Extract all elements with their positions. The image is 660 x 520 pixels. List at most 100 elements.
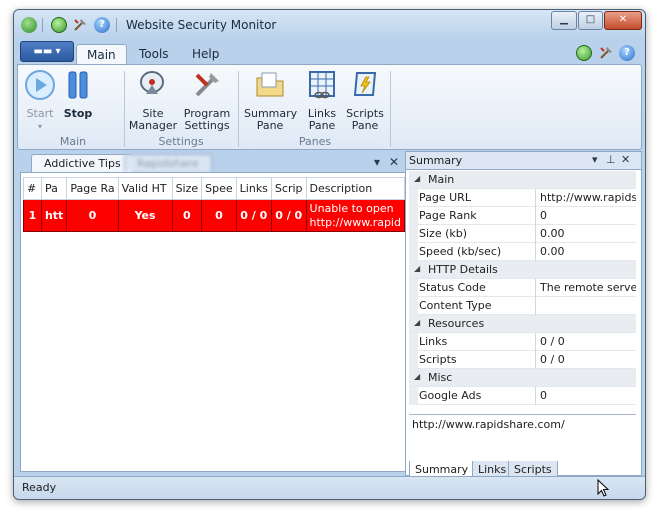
property-row[interactable]: Content Type (409, 297, 636, 315)
close-document-icon[interactable]: ✕ (389, 155, 399, 169)
summary-pane-line2: Pane (256, 119, 284, 132)
category-label: HTTP Details (428, 263, 498, 276)
title-bar: ? Website Security Monitor ▁ □ ✕ (14, 10, 645, 40)
sites-grid-pane: # Pa Page Ra Valid HT Size Spee Links Sc… (20, 172, 406, 472)
property-name: Page Rank (419, 209, 477, 222)
collapse-icon[interactable]: ◢ (414, 318, 420, 327)
stop-button[interactable]: Stop (60, 69, 96, 120)
col-header-page[interactable]: Pa (40, 177, 68, 200)
close-pane-icon[interactable]: ✕ (621, 153, 630, 166)
group-separator (124, 71, 125, 147)
tab-main[interactable]: Main (76, 44, 127, 64)
separator (116, 18, 117, 32)
tools-icon[interactable] (72, 17, 88, 33)
app-globe-icon[interactable] (21, 17, 37, 33)
collapse-icon[interactable]: ◢ (414, 372, 420, 381)
program-settings-line2: Settings (184, 119, 230, 132)
app-window: ? Website Security Monitor ▁ □ ✕ ▬▬ ▾ Ma… (13, 9, 646, 500)
stop-label: Stop (63, 107, 93, 120)
category-resources[interactable]: ◢ Resources (409, 315, 636, 333)
pane-dropdown-icon[interactable]: ▾ (592, 153, 598, 166)
group-separator (238, 71, 239, 147)
property-row[interactable]: Status Code The remote server (409, 279, 636, 297)
close-button[interactable]: ✕ (604, 11, 642, 30)
tab-addictive-tips[interactable]: Addictive Tips (31, 154, 134, 172)
links-pane-button[interactable]: Links Pane (302, 69, 342, 132)
cell-description: Unable to open http://www.rapid (305, 199, 406, 232)
table-row[interactable]: 1 htt 0 Yes 0 0 0 / 0 0 / 0 Unable to op… (23, 199, 406, 232)
property-name: Speed (kb/sec) (419, 245, 502, 258)
property-name: Page URL (419, 191, 471, 204)
col-header-num[interactable]: # (23, 177, 42, 200)
site-manager-button[interactable]: Site Manager (128, 69, 178, 132)
col-header-speed[interactable]: Spee (201, 177, 237, 200)
summary-folder-icon (256, 72, 284, 97)
help-icon[interactable]: ? (619, 45, 635, 61)
group-main-label: Main (59, 135, 87, 148)
tab-tools[interactable]: Tools (129, 44, 179, 64)
property-name: Status Code (419, 281, 486, 294)
description-line1: Unable to open (309, 201, 394, 215)
tab-rapidshare[interactable]: Rapidshare (124, 154, 212, 172)
property-name: Scripts (419, 353, 457, 366)
property-value: http://www.rapidsl (540, 191, 636, 204)
summary-pane-title: Summary (409, 154, 463, 167)
col-header-page-rank[interactable]: Page Ra (66, 177, 119, 200)
property-row[interactable]: Size (kb) 0.00 (409, 225, 636, 243)
col-header-size[interactable]: Size (171, 177, 203, 200)
start-button[interactable]: Start ▾ (22, 69, 58, 133)
property-row[interactable]: Google Ads 0 (409, 387, 636, 405)
description-line2: http://www.rapid (309, 215, 401, 229)
cell-num: 1 (23, 199, 42, 232)
site-manager-line2: Manager (128, 119, 178, 132)
monitor-icon[interactable] (576, 45, 592, 61)
scripts-pane-line2: Pane (351, 119, 379, 132)
scripts-scroll-icon (353, 72, 377, 96)
tab-help[interactable]: Help (182, 44, 229, 64)
col-header-valid-html[interactable]: Valid HT (117, 177, 173, 200)
cell-speed: 0 (201, 199, 237, 232)
mouse-cursor-icon (597, 479, 610, 497)
cell-page-rank: 0 (66, 199, 119, 232)
property-value: 0 / 0 (540, 335, 565, 348)
property-name: Content Type (419, 299, 492, 312)
tools-icon[interactable] (598, 45, 614, 61)
cell-size: 0 (171, 199, 203, 232)
property-row[interactable]: Speed (kb/sec) 0.00 (409, 243, 636, 261)
links-table-icon (309, 71, 335, 99)
property-value: 0 (540, 209, 547, 222)
pause-icon (68, 71, 88, 99)
col-header-links[interactable]: Links (235, 177, 272, 200)
property-name: Links (419, 335, 448, 348)
category-label: Misc (428, 371, 453, 384)
property-row[interactable]: Links 0 / 0 (409, 333, 636, 351)
col-header-scripts[interactable]: Scrip (270, 177, 307, 200)
category-http-details[interactable]: ◢ HTTP Details (409, 261, 636, 279)
program-settings-button[interactable]: Program Settings (180, 69, 234, 132)
property-name: Google Ads (419, 389, 482, 402)
pin-icon[interactable]: ⊥ (606, 153, 616, 166)
monitor-icon[interactable] (51, 17, 67, 33)
scripts-pane-button[interactable]: Scripts Pane (344, 69, 386, 132)
summary-pane-button[interactable]: Summary Pane (244, 69, 297, 132)
separator (42, 18, 43, 32)
property-row[interactable]: Page URL http://www.rapidsl (409, 189, 636, 207)
property-value: The remote server (540, 281, 636, 294)
col-header-description[interactable]: Description (305, 177, 406, 200)
property-row[interactable]: Page Rank 0 (409, 207, 636, 225)
pane-options-icon[interactable]: ▾ (374, 155, 380, 169)
category-label: Main (428, 173, 455, 186)
cell-valid-html: Yes (117, 199, 173, 232)
property-row[interactable]: Scripts 0 / 0 (409, 351, 636, 369)
category-main[interactable]: ◢ Main (409, 171, 636, 189)
collapse-icon[interactable]: ◢ (414, 264, 420, 273)
help-icon[interactable]: ? (94, 17, 110, 33)
application-menu-button[interactable]: ▬▬ ▾ (20, 41, 74, 62)
summary-pane: Summary ▾ ⊥ ✕ ◢ Main Page URL http://www… (405, 151, 642, 479)
collapse-icon[interactable]: ◢ (414, 174, 420, 183)
maximize-button[interactable]: □ (578, 11, 603, 30)
category-misc[interactable]: ◢ Misc (409, 369, 636, 387)
minimize-button[interactable]: ▁ (551, 11, 577, 30)
grid-header-row: # Pa Page Ra Valid HT Size Spee Links Sc… (23, 177, 406, 200)
cell-links: 0 / 0 (235, 199, 272, 232)
